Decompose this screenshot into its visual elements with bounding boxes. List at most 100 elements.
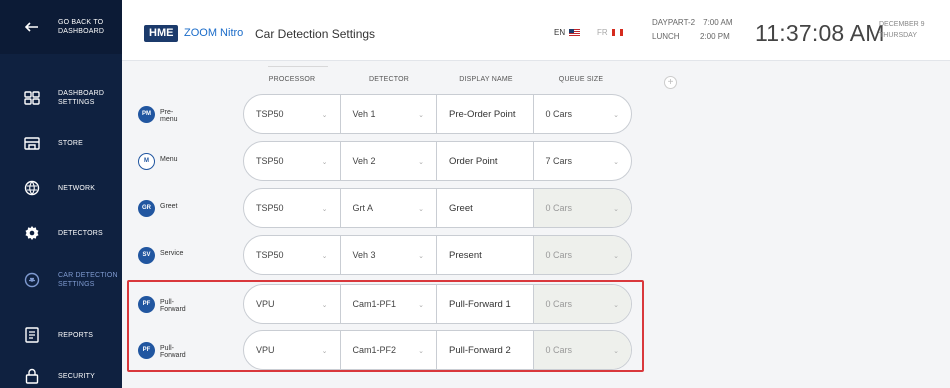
detector-select[interactable]: Cam1-PF2 ⌄ xyxy=(341,331,437,369)
sidebar-item-label: STORE xyxy=(58,139,83,147)
detector-select[interactable]: Veh 2 ⌄ xyxy=(341,142,437,180)
sidebar-item-label: SECURITY xyxy=(58,372,95,380)
queue-size-value: 0 Cars xyxy=(545,299,573,309)
lane-name: Pull-Forward xyxy=(160,299,186,313)
sidebar-item-car-detection-settings[interactable]: CAR DETECTION SETTINGS xyxy=(0,260,122,300)
detector-select[interactable]: Veh 1 ⌄ xyxy=(341,95,437,133)
processor-select[interactable]: TSP50 ⌄ xyxy=(244,236,341,274)
lock-icon xyxy=(22,366,42,386)
daypart-info: DAYPART-2 7:00 AM LUNCH 2:00 PM xyxy=(652,16,732,44)
detector-select[interactable]: Grt A ⌄ xyxy=(341,189,437,227)
sidebar-item-label: NETWORK xyxy=(58,184,96,192)
display-name-value: Greet xyxy=(449,202,473,214)
queue-size-select: 0 Cars ⌄ xyxy=(533,285,631,323)
processor-select[interactable]: VPU ⌄ xyxy=(244,285,341,323)
processor-value: TSP50 xyxy=(256,156,284,166)
queue-size-select[interactable]: 7 Cars ⌄ xyxy=(534,142,631,180)
lane-badge: M xyxy=(138,153,155,170)
sidebar-item-label: REPORTS xyxy=(58,331,94,339)
sidebar-item-detectors[interactable]: DETECTORS xyxy=(0,213,122,253)
hme-logo: HME xyxy=(144,25,179,42)
store-icon xyxy=(22,133,42,153)
chevron-down-icon: ⌄ xyxy=(321,206,328,213)
chevron-down-icon: ⌄ xyxy=(418,112,424,119)
date-display: DECEMBER 9 THURSDAY xyxy=(879,19,925,41)
chevron-down-icon: ⌄ xyxy=(321,112,328,119)
app-window: GO BACK TO DASHBOARD DASHBOARD SETTINGS … xyxy=(0,0,950,388)
lang-fr-label: FR xyxy=(597,28,608,37)
queue-size-value: 0 Cars xyxy=(545,109,573,119)
us-flag-icon xyxy=(569,29,581,36)
detector-value: Cam1-PF1 xyxy=(352,299,397,309)
scroll-indicator xyxy=(268,61,328,67)
chevron-down-icon: ⌄ xyxy=(613,206,619,213)
lane-badge: PF xyxy=(138,296,155,313)
queue-size-value: 0 Cars xyxy=(545,250,573,260)
lane-name: Pre-menu xyxy=(160,109,178,123)
language-fr-button[interactable]: FR xyxy=(597,28,623,37)
sidebar: GO BACK TO DASHBOARD DASHBOARD SETTINGS … xyxy=(0,0,122,388)
sidebar-item-security[interactable]: SECURITY xyxy=(0,356,122,388)
lane-name: Pull-Forward xyxy=(160,345,186,359)
daypart-name: LUNCH xyxy=(652,32,680,41)
arrow-left-icon xyxy=(22,17,42,37)
back-to-dashboard-button[interactable]: GO BACK TO DASHBOARD xyxy=(0,0,122,54)
network-icon xyxy=(22,178,42,198)
display-name-input[interactable]: Pre-Order Point xyxy=(437,95,534,133)
chevron-down-icon: ⌄ xyxy=(613,253,619,260)
back-label: GO BACK TO DASHBOARD xyxy=(58,19,105,35)
queue-size-select: 0 Cars ⌄ xyxy=(533,236,631,274)
gear-icon xyxy=(22,223,42,243)
lang-en-label: EN xyxy=(554,28,566,37)
language-en-button[interactable]: EN xyxy=(554,28,581,37)
lane-badge: SV xyxy=(138,247,155,264)
processor-select[interactable]: TSP50 ⌄ xyxy=(244,95,341,133)
sidebar-item-reports[interactable]: REPORTS xyxy=(0,315,122,355)
chevron-down-icon: ⌄ xyxy=(418,253,424,260)
chevron-down-icon: ⌄ xyxy=(418,159,424,166)
chevron-down-icon: ⌄ xyxy=(321,159,328,166)
display-name-value: Pull-Forward 1 xyxy=(449,298,511,310)
chevron-down-icon: ⌄ xyxy=(321,348,328,355)
report-icon xyxy=(22,325,42,345)
chevron-down-icon: ⌄ xyxy=(613,348,619,355)
sidebar-item-network[interactable]: NETWORK xyxy=(0,168,122,208)
processor-value: VPU xyxy=(256,345,275,355)
sidebar-item-dashboard-settings[interactable]: DASHBOARD SETTINGS xyxy=(0,78,122,118)
chevron-down-icon: ⌄ xyxy=(418,302,424,309)
queue-size-value: 0 Cars xyxy=(545,345,573,355)
queue-size-select[interactable]: 0 Cars ⌄ xyxy=(534,95,631,133)
lane-badge: PF xyxy=(138,342,155,359)
processor-select[interactable]: TSP50 ⌄ xyxy=(244,142,341,180)
sidebar-item-store[interactable]: STORE xyxy=(0,123,122,163)
chevron-down-icon: ⌄ xyxy=(321,253,328,260)
sidebar-item-label: DASHBOARD SETTINGS xyxy=(58,90,105,106)
display-name-input[interactable]: Order Point xyxy=(437,142,534,180)
chevron-down-icon: ⌄ xyxy=(321,302,328,309)
processor-value: VPU xyxy=(256,299,275,309)
chevron-down-icon: ⌄ xyxy=(418,206,424,213)
add-lane-button[interactable]: + xyxy=(664,76,677,89)
daypart-label: DAYPART-2 xyxy=(652,18,696,27)
column-header-queue-size: QUEUE SIZE xyxy=(558,76,604,83)
detector-value: Veh 3 xyxy=(352,250,376,260)
processor-select[interactable]: TSP50 ⌄ xyxy=(244,189,341,227)
car-detection-icon xyxy=(22,270,42,290)
chevron-down-icon: ⌄ xyxy=(613,112,619,119)
canada-flag-icon xyxy=(611,29,623,36)
display-name-input[interactable]: Greet xyxy=(437,189,534,227)
display-name-input[interactable]: Pull-Forward 2 xyxy=(437,331,534,369)
display-name-input[interactable]: Present xyxy=(437,236,534,274)
detector-select[interactable]: Veh 3 ⌄ xyxy=(341,236,437,274)
display-name-input[interactable]: Pull-Forward 1 xyxy=(437,285,534,323)
queue-size-value: 0 Cars xyxy=(545,203,573,213)
processor-value: TSP50 xyxy=(256,109,284,119)
detector-value: Grt A xyxy=(352,203,374,213)
display-name-value: Present xyxy=(449,249,482,261)
column-header-processor: PROCESSOR xyxy=(268,76,316,83)
daypart-start: 7:00 AM xyxy=(703,18,733,27)
detector-select[interactable]: Cam1-PF1 ⌄ xyxy=(341,285,437,323)
processor-select[interactable]: VPU ⌄ xyxy=(244,331,341,369)
chevron-down-icon: ⌄ xyxy=(613,302,619,309)
column-header-display-name: DISPLAY NAME xyxy=(459,76,513,83)
